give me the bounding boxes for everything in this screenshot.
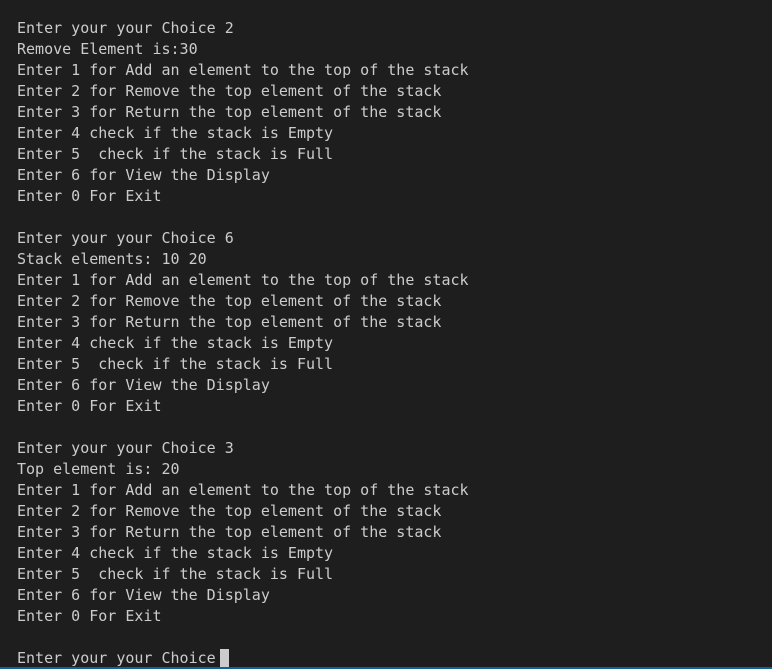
prompt-text: Enter your your Choice [17, 649, 216, 667]
terminal-line: Enter 3 for Return the top element of th… [17, 103, 442, 121]
terminal-panel[interactable]: Enter your your Choice 2 Remove Element … [0, 0, 772, 669]
terminal-line: Enter 2 for Remove the top element of th… [17, 502, 442, 520]
terminal-line: Remove Element is:30 [17, 40, 198, 58]
terminal-line: Enter 5 check if the stack is Full [17, 355, 334, 373]
terminal-line: Enter 2 for Remove the top element of th… [17, 82, 442, 100]
terminal-line: Top element is: 20 [17, 460, 180, 478]
terminal-line: Enter 0 For Exit [17, 397, 162, 415]
terminal-line: Enter 1 for Add an element to the top of… [17, 271, 469, 289]
text-cursor [219, 649, 229, 668]
terminal-line: Enter 2 for Remove the top element of th… [17, 292, 442, 310]
terminal-line: Enter your your Choice 6 [17, 229, 234, 247]
terminal-prompt-line[interactable]: Enter your your Choice [17, 648, 772, 669]
terminal-line: Enter 5 check if the stack is Full [17, 145, 334, 163]
terminal-line: Stack elements: 10 20 [17, 250, 207, 268]
terminal-line: Enter 4 check if the stack is Empty [17, 334, 334, 352]
terminal-line: Enter 6 for View the Display [17, 376, 270, 394]
terminal-line: Enter 3 for Return the top element of th… [17, 523, 442, 541]
terminal-line: Enter 1 for Add an element to the top of… [17, 481, 469, 499]
terminal-line: Enter 6 for View the Display [17, 166, 270, 184]
terminal-line: Enter 4 check if the stack is Empty [17, 544, 334, 562]
terminal-output: Enter your your Choice 2 Remove Element … [17, 18, 772, 648]
terminal-line: Enter your your Choice 3 [17, 439, 234, 457]
terminal-line: Enter your your Choice 2 [17, 19, 234, 37]
terminal-line: Enter 6 for View the Display [17, 586, 270, 604]
terminal-line: Enter 0 For Exit [17, 187, 162, 205]
terminal-line: Enter 5 check if the stack is Full [17, 565, 334, 583]
terminal-line: Enter 0 For Exit [17, 607, 162, 625]
terminal-line: Enter 3 for Return the top element of th… [17, 313, 442, 331]
terminal-line: Enter 4 check if the stack is Empty [17, 124, 334, 142]
terminal-line: Enter 1 for Add an element to the top of… [17, 61, 469, 79]
